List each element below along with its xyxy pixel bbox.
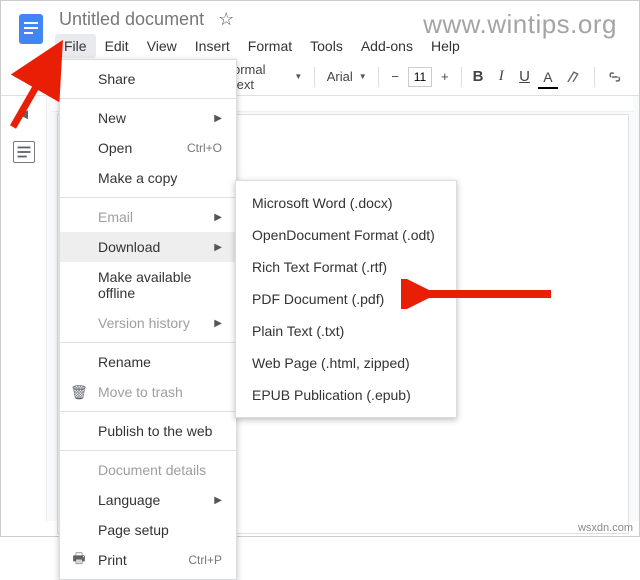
file-open[interactable]: OpenCtrl+O	[60, 133, 236, 163]
file-share[interactable]: Share	[60, 64, 236, 94]
text-color-button[interactable]: A	[538, 65, 558, 89]
download-html[interactable]: Web Page (.html, zipped)	[236, 347, 456, 379]
file-trash[interactable]: 🗑Move to trash	[60, 377, 236, 407]
file-new[interactable]: New▶	[60, 103, 236, 133]
left-rail: ◄	[1, 96, 47, 521]
file-print[interactable]: 🖶PrintCtrl+P	[60, 545, 236, 575]
font-family-dropdown[interactable]: Arial▼	[321, 65, 372, 89]
highlight-color-button[interactable]	[561, 65, 589, 89]
download-txt[interactable]: Plain Text (.txt)	[236, 315, 456, 347]
italic-button[interactable]: I	[491, 65, 511, 89]
menu-edit[interactable]: Edit	[96, 34, 138, 58]
insert-link-button[interactable]	[601, 65, 629, 89]
document-title[interactable]: Untitled document	[55, 7, 208, 32]
menubar: File Edit View Insert Format Tools Add-o…	[55, 34, 629, 58]
annotation-arrow-file	[1, 37, 71, 137]
file-download[interactable]: Download▶	[60, 232, 236, 262]
file-make-copy[interactable]: Make a copy	[60, 163, 236, 193]
font-size-input[interactable]: 11	[408, 67, 432, 87]
font-size-decrease[interactable]: −	[385, 65, 405, 89]
menu-help[interactable]: Help	[422, 34, 469, 58]
annotation-arrow-pdf	[401, 279, 561, 309]
font-size-increase[interactable]: +	[435, 65, 455, 89]
file-rename[interactable]: Rename	[60, 347, 236, 377]
file-email[interactable]: Email▶	[60, 202, 236, 232]
attribution: wsxdn.com	[578, 522, 633, 534]
star-icon[interactable]: ☆	[218, 9, 234, 30]
file-language[interactable]: Language▶	[60, 485, 236, 515]
menu-tools[interactable]: Tools	[301, 34, 352, 58]
menu-view[interactable]: View	[138, 34, 186, 58]
outline-icon[interactable]	[13, 141, 35, 163]
download-docx[interactable]: Microsoft Word (.docx)	[236, 187, 456, 219]
bold-button[interactable]: B	[468, 65, 489, 89]
paragraph-style-label: ormal text	[233, 62, 288, 92]
menu-format[interactable]: Format	[239, 34, 301, 58]
paragraph-style-dropdown[interactable]: ormal text▼	[227, 65, 308, 89]
file-details[interactable]: Document details	[60, 455, 236, 485]
underline-button[interactable]: U	[514, 65, 535, 89]
app-header: Untitled document ☆ File Edit View Inser…	[1, 1, 639, 58]
menu-addons[interactable]: Add-ons	[352, 34, 422, 58]
file-publish[interactable]: Publish to the web	[60, 416, 236, 446]
menu-insert[interactable]: Insert	[186, 34, 239, 58]
file-offline[interactable]: Make available offline	[60, 262, 236, 308]
file-version-history[interactable]: Version history▶	[60, 308, 236, 338]
download-epub[interactable]: EPUB Publication (.epub)	[236, 379, 456, 411]
download-odt[interactable]: OpenDocument Format (.odt)	[236, 219, 456, 251]
print-icon: 🖶	[70, 548, 88, 572]
file-page-setup[interactable]: Page setup	[60, 515, 236, 545]
font-family-label: Arial	[327, 69, 353, 84]
trash-icon: 🗑	[70, 384, 88, 401]
file-menu-dropdown: Share New▶ OpenCtrl+O Make a copy Email▶…	[59, 59, 237, 580]
